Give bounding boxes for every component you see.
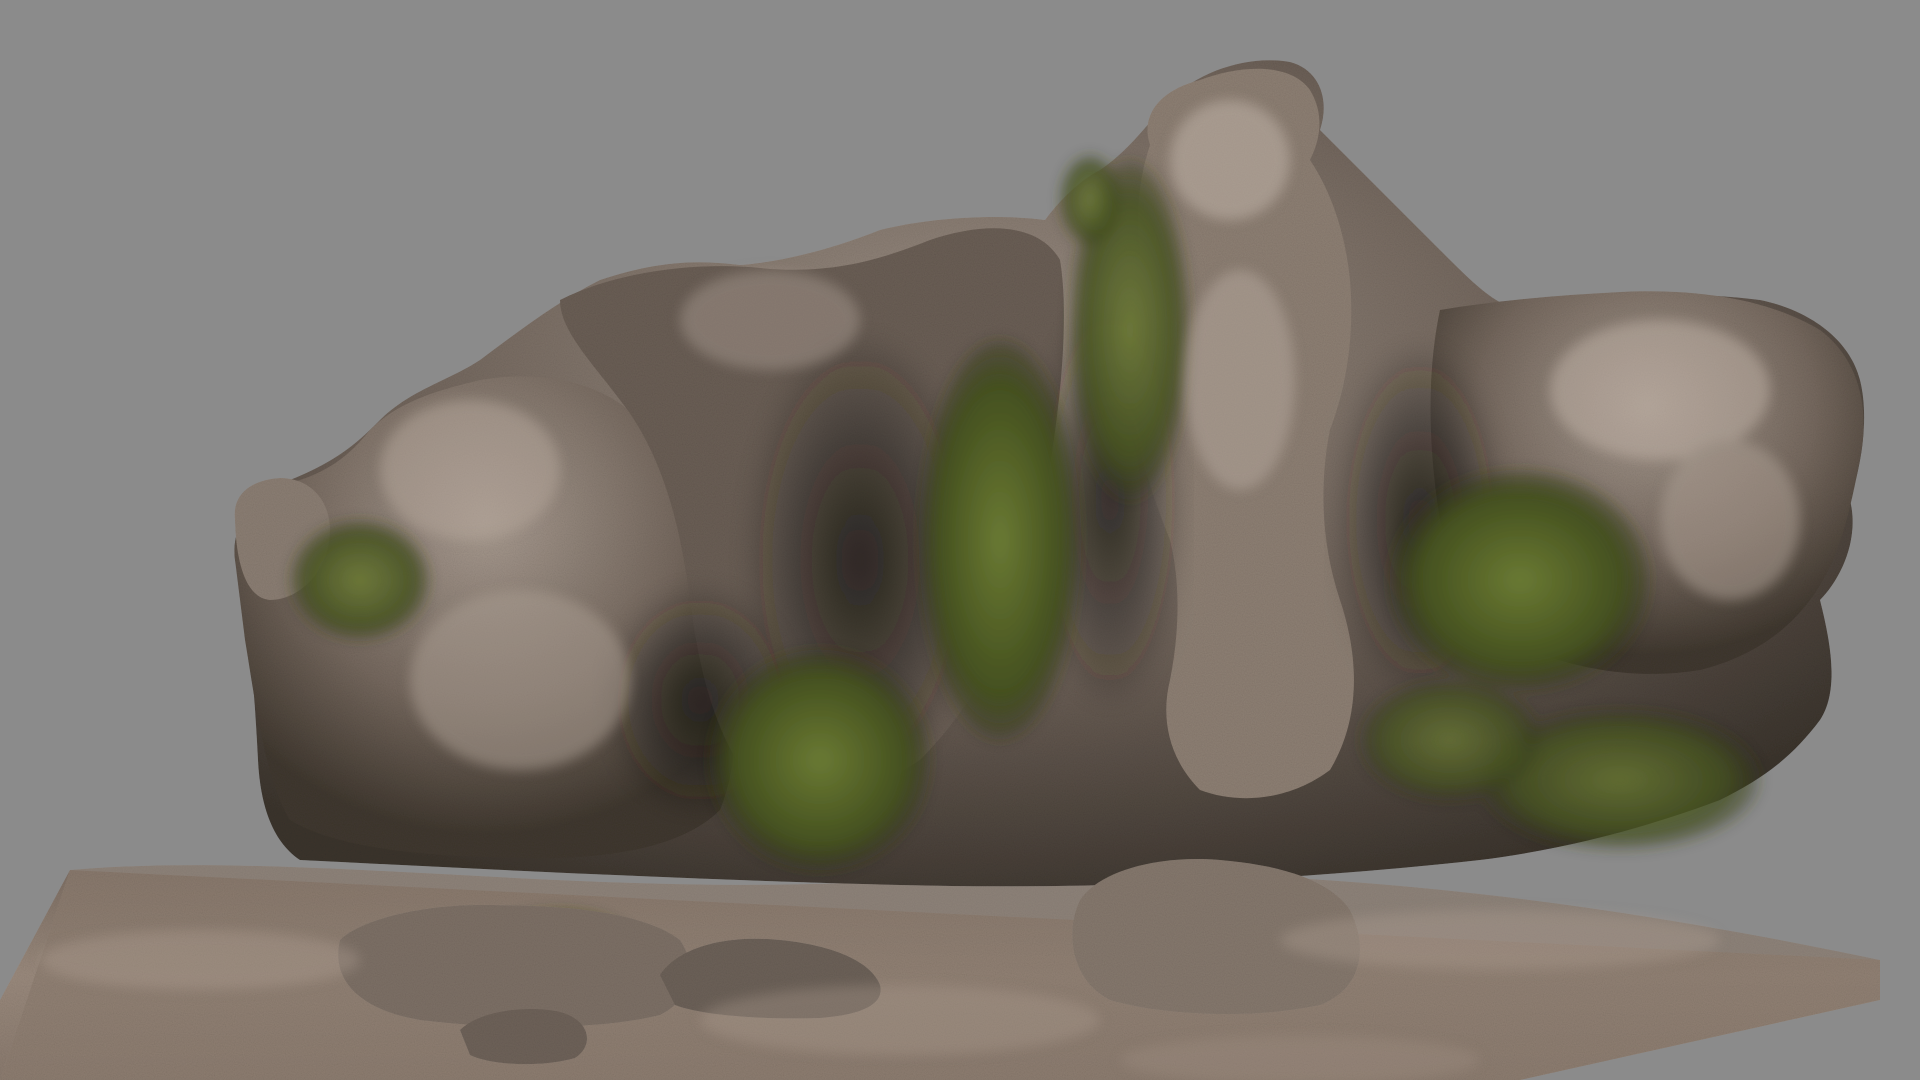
render-viewport [0, 0, 1920, 1080]
rock-render [0, 60, 1880, 1080]
